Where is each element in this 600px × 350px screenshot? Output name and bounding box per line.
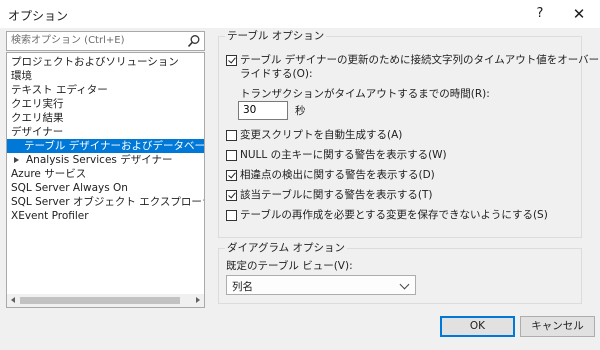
- options-tree: プロジェクトおよびソリューション 環境 テキスト エディター クエリ実行 クエリ…: [6, 52, 205, 308]
- timeout-label: トランザクションがタイムアウトするまでの時間(R):: [240, 88, 490, 100]
- tree-item-table-db-designers[interactable]: テーブル デザイナーおよびデータベース デザイナー: [7, 139, 204, 153]
- title-bar: オプション ? ✕: [0, 0, 600, 28]
- tree-item-analysis-services[interactable]: Analysis Services デザイナー: [7, 153, 204, 167]
- timeout-override-label-line1: テーブル デザイナーの更新のために接続文字列のタイムアウト値をオーバー: [240, 54, 600, 66]
- difference-warning-checkbox[interactable]: [226, 170, 237, 181]
- scroll-left-icon[interactable]: [11, 297, 15, 303]
- timeout-input-box: [238, 101, 288, 120]
- options-search: [6, 31, 205, 51]
- scroll-right-icon[interactable]: [196, 297, 200, 303]
- close-button[interactable]: ✕: [566, 3, 592, 25]
- tree-item-environment[interactable]: 環境: [7, 69, 204, 83]
- tree-item-always-on[interactable]: SQL Server Always On: [7, 181, 204, 195]
- tree-item-azure-services[interactable]: Azure サービス: [7, 167, 204, 181]
- auto-generate-scripts-label: 変更スクリプトを自動生成する(A): [240, 129, 403, 141]
- scrollbar-thumb[interactable]: [20, 297, 180, 304]
- null-pk-warning-label: NULL の主キーに関する警告を表示する(W): [240, 149, 447, 161]
- prevent-recreate-label: テーブルの再作成を必要とする変更を保存できないようにする(S): [240, 209, 548, 221]
- window-title: オプション: [8, 9, 69, 23]
- timeout-override-checkbox[interactable]: [226, 55, 237, 66]
- timeout-input[interactable]: [239, 102, 287, 118]
- horizontal-scrollbar[interactable]: [7, 294, 204, 307]
- difference-warning-label: 相違点の検出に関する警告を表示する(D): [240, 169, 435, 181]
- ok-button[interactable]: OK: [440, 316, 515, 337]
- tree-item-text-editor[interactable]: テキスト エディター: [7, 83, 204, 97]
- default-view-label: 既定のテーブル ビュー(V):: [226, 260, 353, 272]
- tree-item-query-execution[interactable]: クエリ実行: [7, 97, 204, 111]
- tree-item-designers[interactable]: デザイナー: [7, 125, 204, 139]
- affected-tables-warning-label: 該当テーブルに関する警告を表示する(T): [240, 189, 433, 201]
- auto-generate-scripts-checkbox[interactable]: [226, 130, 237, 141]
- tree-item-projects-solutions[interactable]: プロジェクトおよびソリューション: [7, 55, 204, 69]
- timeout-unit: 秒: [295, 105, 306, 117]
- timeout-override-label-line2: ライドする(O):: [240, 68, 313, 80]
- default-view-select[interactable]: 列名: [226, 275, 416, 295]
- search-input[interactable]: [7, 32, 186, 48]
- default-view-value: 列名: [232, 281, 253, 293]
- tree-item-query-results[interactable]: クエリ結果: [7, 111, 204, 125]
- expand-arrow-icon[interactable]: [14, 157, 19, 163]
- table-options-title: テーブル オプション: [225, 30, 327, 43]
- help-button[interactable]: ?: [527, 3, 553, 25]
- chevron-down-icon: [399, 279, 410, 290]
- null-pk-warning-checkbox[interactable]: [226, 150, 237, 161]
- tree-item-object-explorer[interactable]: SQL Server オブジェクト エクスプローラー: [7, 195, 204, 209]
- diagram-options-title: ダイアグラム オプション: [225, 242, 347, 255]
- search-icon[interactable]: [187, 34, 201, 48]
- affected-tables-warning-checkbox[interactable]: [226, 190, 237, 201]
- cancel-button[interactable]: キャンセル: [520, 316, 595, 337]
- prevent-recreate-checkbox[interactable]: [226, 210, 237, 221]
- tree-item-xevent-profiler[interactable]: XEvent Profiler: [7, 209, 204, 223]
